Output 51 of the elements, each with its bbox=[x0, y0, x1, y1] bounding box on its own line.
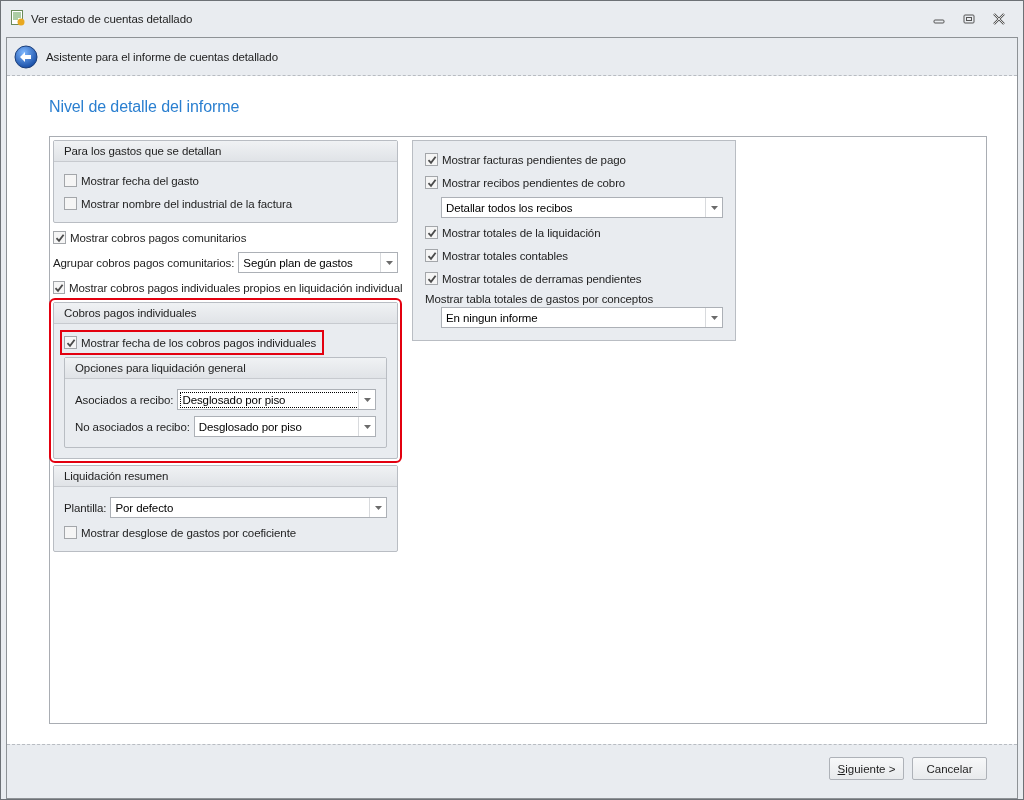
dropdown-arrow-icon bbox=[710, 205, 718, 210]
checkbox[interactable] bbox=[425, 272, 438, 285]
field-label: Plantilla: bbox=[64, 501, 107, 514]
checkbox[interactable] bbox=[53, 231, 66, 244]
dropdown-arrow-icon bbox=[385, 260, 393, 265]
checkbox-label[interactable]: Mostrar totales de la liquidación bbox=[442, 226, 601, 239]
window-title: Ver estado de cuentas detallado bbox=[31, 13, 194, 25]
checkbox-label[interactable]: Mostrar nombre del industrial de la factura bbox=[81, 197, 293, 210]
checkbox-label[interactable]: Mostrar totales de derramas pendientes bbox=[442, 272, 642, 285]
checkbox[interactable] bbox=[64, 174, 77, 187]
page-heading: Nivel de detalle del informe bbox=[49, 98, 241, 116]
app-icon bbox=[11, 10, 25, 28]
checkbox-label[interactable]: Mostrar recibos pendientes de cobro bbox=[442, 176, 626, 189]
checkbox[interactable] bbox=[425, 153, 438, 166]
field-label: Asociados a recibo: bbox=[75, 393, 174, 406]
next-button[interactable]: Siguiente > bbox=[829, 757, 904, 780]
group-title: Liquidación resumen bbox=[54, 466, 397, 487]
checkbox-label[interactable]: Mostrar desglose de gastos por coeficiente bbox=[81, 526, 297, 539]
dropdown[interactable]: En ningun informe bbox=[441, 307, 723, 328]
checkbox[interactable] bbox=[425, 226, 438, 239]
field-label: Agrupar cobros pagos comunitarios: bbox=[53, 256, 235, 269]
checkbox-label[interactable]: Mostrar cobros pagos individuales propios en liquidación individual bbox=[69, 281, 403, 294]
checkbox[interactable] bbox=[425, 176, 438, 189]
checkbox-label[interactable]: Mostrar totales contables bbox=[442, 249, 568, 262]
dropdown[interactable]: Desglosado por piso bbox=[177, 389, 376, 410]
cancel-button[interactable]: Cancelar bbox=[912, 757, 987, 780]
dropdown[interactable]: Por defecto bbox=[110, 497, 387, 518]
checkbox-label[interactable]: Mostrar cobros pagos comunitarios bbox=[70, 231, 247, 244]
group-title: Para los gastos que se detallan bbox=[54, 141, 397, 162]
checkbox-label[interactable]: Mostrar fecha del gasto bbox=[81, 174, 199, 187]
checkbox-label[interactable]: Mostrar facturas pendientes de pago bbox=[442, 153, 626, 166]
checkbox[interactable] bbox=[64, 197, 77, 210]
dropdown[interactable]: Según plan de gastos bbox=[238, 252, 398, 273]
dropdown-arrow-icon bbox=[363, 397, 371, 402]
checkbox-label[interactable]: Mostrar fecha de los cobros pagos individuales bbox=[81, 336, 317, 349]
field-label: No asociados a recibo: bbox=[75, 420, 190, 433]
close-icon[interactable] bbox=[993, 13, 1005, 25]
checkbox[interactable] bbox=[53, 281, 65, 294]
maximize-icon[interactable] bbox=[963, 13, 975, 25]
wizard-title: Asistente para el informe de cuentas detallado bbox=[46, 50, 278, 63]
dropdown[interactable]: Desglosado por piso bbox=[193, 416, 376, 437]
dropdown-arrow-icon bbox=[374, 505, 382, 510]
dropdown-arrow-icon bbox=[363, 424, 371, 429]
dropdown[interactable]: Detallar todos los recibos bbox=[441, 197, 723, 218]
checkbox[interactable] bbox=[425, 249, 438, 262]
group-title: Opciones para liquidación general bbox=[65, 358, 386, 379]
checkbox[interactable] bbox=[64, 526, 77, 539]
field-label: Mostrar tabla totales de gastos por conceptos bbox=[425, 293, 655, 305]
group-title: Cobros pagos individuales bbox=[54, 303, 397, 324]
checkbox[interactable] bbox=[64, 336, 77, 349]
dropdown-arrow-icon bbox=[710, 315, 718, 320]
